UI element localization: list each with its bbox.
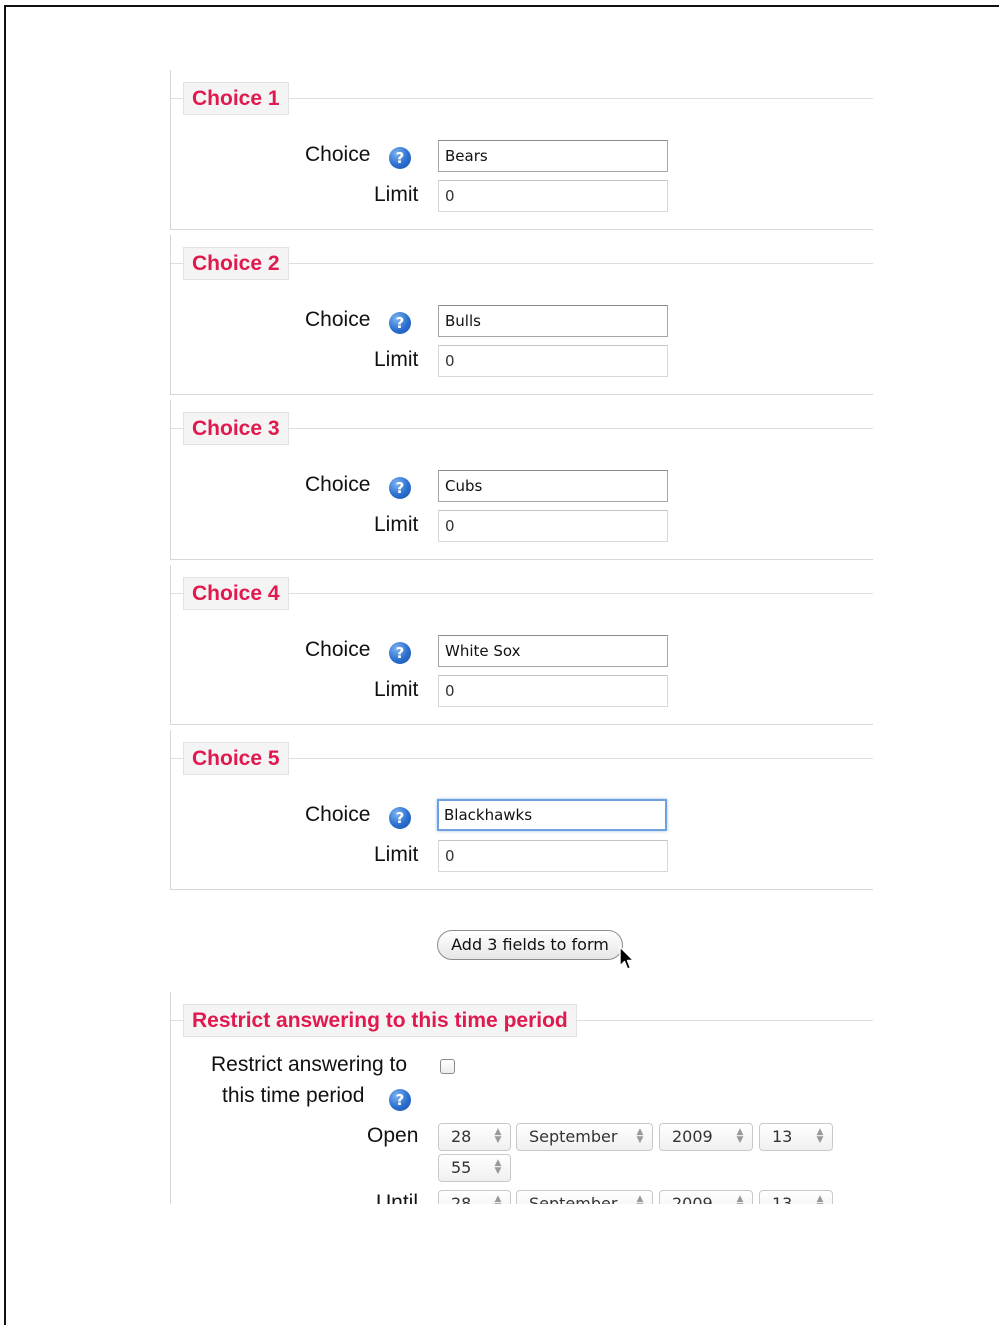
limit-input-1[interactable] — [438, 180, 668, 212]
stepper-icon: ▲▼ — [816, 1194, 824, 1205]
choice-label-2: Choice — [305, 308, 371, 331]
help-icon[interactable]: ? — [389, 312, 411, 334]
until-label: Until — [376, 1191, 419, 1204]
add-fields-button[interactable]: Add 3 fields to form — [437, 930, 623, 960]
limit-input-3[interactable] — [438, 510, 668, 542]
until-year-select[interactable]: 2009 ▲▼ — [659, 1190, 753, 1204]
limit-label-3: Limit — [374, 513, 419, 536]
open-month-value: September — [529, 1127, 618, 1146]
choice-label-1: Choice — [305, 143, 371, 166]
help-icon[interactable]: ? — [389, 1089, 411, 1111]
until-day-select[interactable]: 28 ▲▼ — [438, 1190, 511, 1204]
choice-fieldset-1: Choice 1 Choice ? Limit — [170, 70, 873, 230]
open-hour-value: 13 — [772, 1127, 793, 1146]
open-minute-select[interactable]: 55 ▲ ▼ — [438, 1154, 511, 1182]
choice-legend-1: Choice 1 — [183, 82, 289, 115]
open-year-value: 2009 — [672, 1127, 713, 1146]
help-icon[interactable]: ? — [389, 807, 411, 829]
choice-input-1[interactable] — [438, 140, 668, 172]
choice-input-4[interactable] — [438, 635, 668, 667]
choice-legend-5: Choice 5 — [183, 742, 289, 775]
until-hour-select[interactable]: 13 ▲▼ — [759, 1190, 833, 1204]
stepper-icon: ▲▼ — [494, 1127, 502, 1145]
choice-label-4: Choice — [305, 638, 371, 661]
choice-fieldset-4: Choice 4 Choice ? Limit — [170, 565, 873, 725]
choice-legend-3: Choice 3 — [183, 412, 289, 445]
help-icon[interactable]: ? — [389, 477, 411, 499]
until-day-value: 28 — [451, 1194, 472, 1204]
limit-input-5[interactable] — [438, 840, 668, 872]
limit-input-2[interactable] — [438, 345, 668, 377]
choice-input-5[interactable] — [437, 799, 667, 831]
choice-legend-2: Choice 2 — [183, 247, 289, 280]
until-year-value: 2009 — [672, 1194, 713, 1204]
open-label: Open — [367, 1124, 419, 1147]
restrict-label-line1: Restrict answering to — [211, 1053, 408, 1076]
restrict-checkbox[interactable] — [440, 1059, 455, 1074]
open-minute-value: 55 — [451, 1158, 472, 1177]
open-day-select[interactable]: 28 ▲ ▼ — [438, 1123, 511, 1151]
restrict-label-line2: this time period — [222, 1084, 365, 1107]
limit-label-1: Limit — [374, 183, 419, 206]
help-icon[interactable]: ? — [389, 147, 411, 169]
limit-label-2: Limit — [374, 348, 419, 371]
stepper-icon: ▲▼ — [636, 1194, 644, 1205]
until-month-value: September — [529, 1194, 618, 1204]
stepper-icon: ▲▼ — [816, 1127, 824, 1145]
stepper-icon: ▲▼ — [736, 1127, 744, 1145]
limit-label-5: Limit — [374, 843, 419, 866]
help-icon[interactable]: ? — [389, 642, 411, 664]
choice-label-5: Choice — [305, 803, 371, 826]
until-hour-value: 13 — [772, 1194, 793, 1204]
choice-input-2[interactable] — [438, 305, 668, 337]
choice-label-3: Choice — [305, 473, 371, 496]
open-month-select[interactable]: September ▲ ▼ — [516, 1123, 653, 1151]
choice-legend-4: Choice 4 — [183, 577, 289, 610]
open-day-value: 28 — [451, 1127, 472, 1146]
mouse-pointer-icon — [619, 946, 635, 970]
limit-label-4: Limit — [374, 678, 419, 701]
restrict-fieldset: Restrict answering to this time period R… — [170, 992, 873, 1204]
until-month-select[interactable]: September ▲▼ — [516, 1190, 653, 1204]
limit-input-4[interactable] — [438, 675, 668, 707]
stepper-icon: ▲▼ — [494, 1158, 502, 1176]
stepper-icon: ▲▼ — [494, 1194, 502, 1205]
form-viewport: Choice 1 Choice ? Limit Choice 2 Choice … — [170, 70, 890, 1204]
choice-input-3[interactable] — [438, 470, 668, 502]
open-hour-select[interactable]: 13 ▲ ▼ — [759, 1123, 833, 1151]
choice-fieldset-2: Choice 2 Choice ? Limit — [170, 235, 873, 395]
stepper-icon: ▲▼ — [736, 1194, 744, 1205]
choice-fieldset-5: Choice 5 Choice ? Limit — [170, 730, 873, 890]
choice-fieldset-3: Choice 3 Choice ? Limit — [170, 400, 873, 560]
open-year-select[interactable]: 2009 ▲ ▼ — [659, 1123, 753, 1151]
stepper-icon: ▲▼ — [636, 1127, 644, 1145]
restrict-legend: Restrict answering to this time period — [183, 1004, 577, 1037]
